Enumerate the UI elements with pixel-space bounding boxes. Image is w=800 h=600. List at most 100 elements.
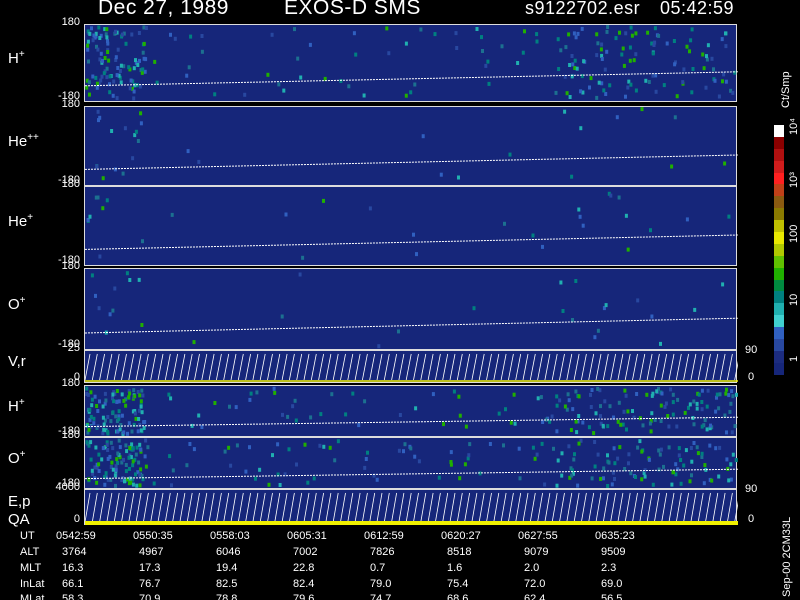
hatch-line xyxy=(668,492,675,523)
panel-label: H+ xyxy=(8,49,25,67)
hatch-line xyxy=(91,492,98,523)
hatch-line xyxy=(413,353,419,381)
spectrogram-cell xyxy=(641,423,645,428)
spectrogram-cell xyxy=(616,456,620,461)
spectrogram-cell xyxy=(190,423,194,428)
hatch-line xyxy=(727,492,733,523)
spectrogram-cell xyxy=(651,73,655,78)
spectrogram-cell xyxy=(502,443,505,448)
spectrogram-cell xyxy=(169,32,172,37)
spectrogram-cell xyxy=(403,442,407,447)
spectrogram-cell xyxy=(731,394,735,399)
hatch-line xyxy=(690,492,697,523)
spectrogram-cell xyxy=(733,70,737,75)
spectrogram-cell xyxy=(122,457,125,462)
spectrogram-cell xyxy=(138,483,142,488)
spectrogram-cell xyxy=(603,67,607,72)
spectrogram-cell xyxy=(608,83,612,88)
spectrogram-cell xyxy=(690,90,694,95)
hatch-line xyxy=(194,353,200,381)
spectrogram-cell xyxy=(89,440,93,445)
spectrogram-cell xyxy=(706,388,710,393)
spectrogram-cell xyxy=(108,90,112,95)
spectrogram-cell xyxy=(702,481,706,486)
spectrogram-cell xyxy=(128,391,132,396)
spectrogram-cell xyxy=(659,341,662,346)
spectrogram-cell xyxy=(137,277,141,282)
spectrogram-cell xyxy=(731,452,735,457)
spectrogram-cell xyxy=(170,483,173,488)
spectrogram-cell xyxy=(488,442,492,446)
spectrogram-cell xyxy=(624,213,628,218)
spectrogram-cell xyxy=(94,293,97,298)
hatch-line xyxy=(697,492,704,523)
spectrogram-cell xyxy=(574,389,578,394)
spectrogram-cell xyxy=(129,78,133,83)
spectrogram-cell xyxy=(497,411,501,416)
spectrogram-cell xyxy=(139,121,143,126)
spectrogram-cell xyxy=(718,392,722,397)
hatch-line xyxy=(318,353,324,381)
spectrogram-cell xyxy=(127,455,131,460)
spectrogram-cell xyxy=(570,473,574,478)
spectrogram-cell xyxy=(500,44,504,49)
hatch-line xyxy=(449,492,456,523)
spectrogram-cell xyxy=(595,32,599,37)
hatch-line xyxy=(296,353,303,381)
spectrogram-cell xyxy=(295,462,298,467)
spectrogram-cell xyxy=(700,451,704,456)
spectrogram-cell xyxy=(102,71,106,76)
hatch-line xyxy=(340,492,346,523)
spectrogram-cell xyxy=(690,459,694,464)
spectrogram-cell xyxy=(675,94,679,99)
table-cell: 0635:23 xyxy=(595,530,635,542)
spectrogram-figure: Dec 27, 1989 EXOS-D SMS s9122702.esr 05:… xyxy=(0,0,800,600)
spectrogram-cell xyxy=(258,467,262,472)
spectrogram-cell xyxy=(116,47,120,52)
spectrogram-cell xyxy=(636,445,640,450)
table-row-label: UT xyxy=(20,530,35,542)
spectrogram-cell xyxy=(116,66,120,70)
hatch-line xyxy=(646,353,653,381)
colorbar-swatch xyxy=(774,232,784,244)
spectrogram-cell xyxy=(185,463,189,468)
spectrogram-cell xyxy=(708,443,712,448)
spectrogram-cell xyxy=(92,421,96,426)
spectrogram-cell xyxy=(322,198,325,203)
spectrogram-cell xyxy=(281,412,284,417)
spectrogram-cell xyxy=(90,26,93,31)
hatch-line xyxy=(303,492,310,523)
spectrogram-cell xyxy=(417,459,421,464)
table-cell: 19.4 xyxy=(216,562,238,574)
spectrogram-cell xyxy=(138,408,141,413)
spectrogram-cell xyxy=(624,393,628,398)
spectrogram-cell xyxy=(705,404,709,409)
spectrogram-cell xyxy=(108,454,112,459)
spectrogram-cell xyxy=(276,442,280,447)
panel-8 xyxy=(84,489,738,525)
spectrogram-cell xyxy=(599,47,603,52)
spectrogram-cell xyxy=(142,56,146,61)
spectrogram-cell xyxy=(682,67,686,72)
hatch-line xyxy=(376,353,383,381)
reference-trace xyxy=(85,416,738,428)
panel-label: O+ xyxy=(8,295,26,313)
spectrogram-cell xyxy=(643,474,647,479)
spectrogram-cell xyxy=(690,27,694,32)
hatch-line xyxy=(113,353,120,381)
spectrogram-cell xyxy=(105,35,109,40)
spectrogram-cell xyxy=(433,32,437,37)
spectrogram-cell xyxy=(120,32,124,37)
spectrogram-cell xyxy=(617,195,621,200)
spectrogram-cell xyxy=(567,398,571,403)
hatch-line xyxy=(405,492,412,523)
spectrogram-cell xyxy=(596,41,600,46)
panel-label: O+ xyxy=(8,449,26,467)
spectrogram-cell xyxy=(103,391,107,396)
spectrogram-cell xyxy=(604,92,608,96)
spectrogram-cell xyxy=(712,67,715,72)
y-tick-max: 180 xyxy=(61,429,80,441)
spectrogram-cell xyxy=(439,172,443,177)
y-tick-max: 4000 xyxy=(55,481,80,493)
spectrogram-cell xyxy=(96,47,100,52)
